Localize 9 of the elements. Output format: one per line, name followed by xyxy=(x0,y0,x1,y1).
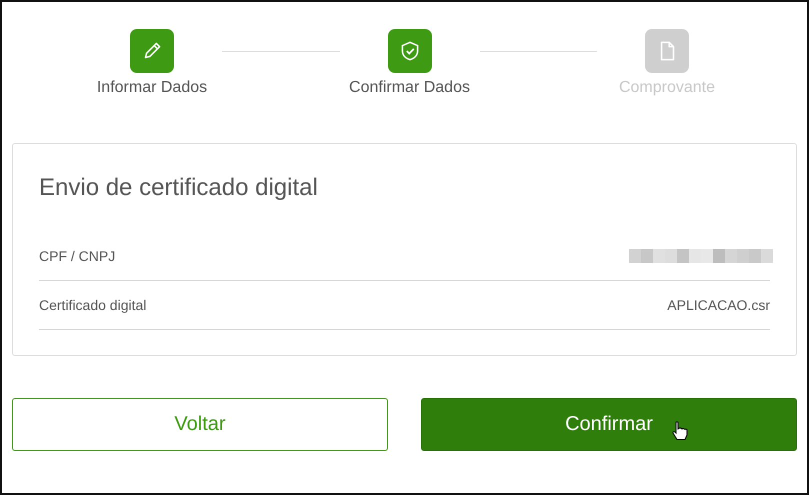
hand-pointer-icon xyxy=(672,421,688,441)
back-button[interactable]: Voltar xyxy=(12,398,388,451)
confirm-button[interactable]: Confirmar xyxy=(421,398,797,451)
step-label: Confirmar Dados xyxy=(349,79,470,97)
card-title: Envio de certificado digital xyxy=(39,174,319,202)
field-value: APLICACAO.csr xyxy=(667,297,770,313)
field-label: CPF / CNPJ xyxy=(39,248,116,264)
field-label: Certificado digital xyxy=(39,297,146,313)
step-label: Informar Dados xyxy=(96,79,208,97)
